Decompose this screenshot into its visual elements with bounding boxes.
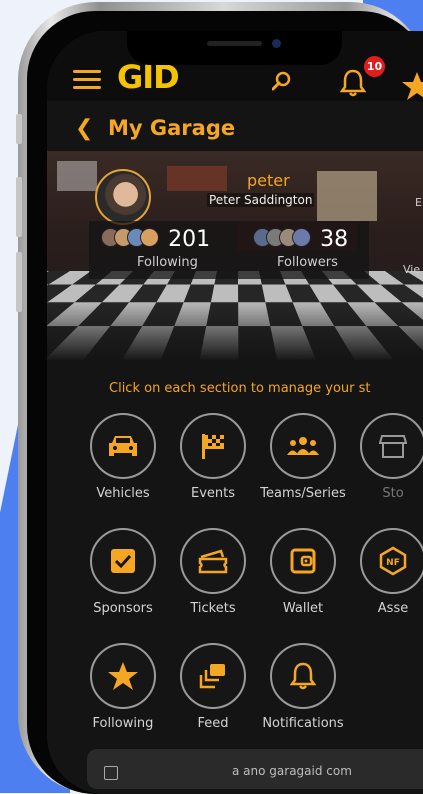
section-feed[interactable]: Feed <box>163 643 263 731</box>
section-store[interactable]: Sto <box>343 413 423 501</box>
following-stat[interactable]: 201 <box>101 227 211 252</box>
followers-stat[interactable]: 38 <box>253 227 349 252</box>
car-icon <box>109 436 137 456</box>
wall-poster <box>167 166 227 191</box>
banner-fade <box>47 301 423 361</box>
section-icon-circle <box>360 413 423 479</box>
section-icon-circle <box>180 528 246 594</box>
section-icon-circle <box>180 413 246 479</box>
following-count: 201 <box>168 227 211 252</box>
section-icon-circle <box>90 413 156 479</box>
avatar[interactable] <box>95 169 151 225</box>
section-label: Notifications <box>262 716 344 731</box>
hamburger-menu-icon[interactable] <box>73 70 101 90</box>
banner-edge-text: E <box>415 196 422 209</box>
volume-down-button <box>16 252 22 312</box>
phone-bezel: GID 10 ❮ My Garage peter Peter Saddingto… <box>27 11 423 794</box>
volume-up-button <box>16 177 22 237</box>
section-icon-circle: NF <box>360 528 423 594</box>
svg-text:NF: NF <box>386 558 400 568</box>
section-label: Sto <box>382 486 404 501</box>
section-icon-circle <box>180 643 246 709</box>
view-link-partial[interactable]: Vie <box>403 263 420 276</box>
section-vehicles[interactable]: Vehicles <box>73 413 173 501</box>
speaker <box>207 41 262 46</box>
team-icon <box>287 437 319 455</box>
notification-bell-icon[interactable] <box>340 69 366 97</box>
section-icon-circle <box>90 643 156 709</box>
instruction-text: Click on each section to manage your st <box>109 381 371 396</box>
section-following[interactable]: Following <box>73 643 173 731</box>
checkered-flag-icon <box>202 434 224 459</box>
section-label: Events <box>190 486 235 501</box>
section-label: Following <box>92 716 154 731</box>
search-icon[interactable] <box>272 71 292 91</box>
ticket-icon <box>198 549 228 574</box>
section-label: Tickets <box>190 601 236 616</box>
mute-switch <box>16 114 22 144</box>
section-label: Vehicles <box>96 486 150 501</box>
section-teams-series[interactable]: Teams/Series <box>253 413 353 501</box>
following-label: Following <box>137 255 198 270</box>
section-label: Teams/Series <box>260 486 346 501</box>
section-assets[interactable]: NF Asse <box>343 528 423 616</box>
following-avatars <box>101 228 159 251</box>
phone-frame: GID 10 ❮ My Garage peter Peter Saddingto… <box>16 2 423 794</box>
front-camera <box>272 39 281 48</box>
checkbox-icon <box>111 549 135 573</box>
followers-label: Followers <box>277 255 338 270</box>
section-label: Asse <box>377 601 409 616</box>
section-label: Sponsors <box>93 601 153 616</box>
username[interactable]: peter <box>247 171 290 190</box>
page-title: My Garage <box>108 116 236 140</box>
section-tickets[interactable]: Tickets <box>163 528 263 616</box>
notch <box>127 31 342 65</box>
section-icon-circle <box>90 528 156 594</box>
section-icon-circle <box>270 413 336 479</box>
section-label: Feed <box>197 716 229 731</box>
tabs-icon[interactable] <box>104 766 118 780</box>
section-icon-circle <box>270 643 336 709</box>
title-bar: ❮ My Garage <box>47 111 423 151</box>
browser-url-bar[interactable]: a ano garagaid com <box>87 749 423 789</box>
full-name: Peter Saddington <box>207 193 315 207</box>
feed-icon <box>199 664 225 689</box>
app-screen: GID 10 ❮ My Garage peter Peter Saddingto… <box>47 31 423 794</box>
section-events[interactable]: Events <box>163 413 263 501</box>
wallet-icon <box>290 548 316 574</box>
star-icon <box>108 662 138 690</box>
nft-icon: NF <box>379 546 407 576</box>
section-sponsors[interactable]: Sponsors <box>73 528 173 616</box>
followers-avatars <box>253 228 311 251</box>
back-arrow-icon[interactable]: ❮ <box>75 116 93 141</box>
wall-poster <box>317 171 377 221</box>
notification-badge: 10 <box>364 56 385 77</box>
wall-sign <box>57 161 97 191</box>
section-notifications[interactable]: Notifications <box>253 643 353 731</box>
url-text: a ano garagaid com <box>232 764 352 778</box>
followers-count: 38 <box>320 227 349 252</box>
bell-icon <box>290 662 316 690</box>
section-icon-circle <box>270 528 336 594</box>
star-icon[interactable] <box>402 71 423 101</box>
follow-stats: 201 Following 38 Followers <box>89 221 369 279</box>
section-wallet[interactable]: Wallet <box>253 528 353 616</box>
section-label: Wallet <box>282 601 324 616</box>
store-icon <box>379 435 407 458</box>
